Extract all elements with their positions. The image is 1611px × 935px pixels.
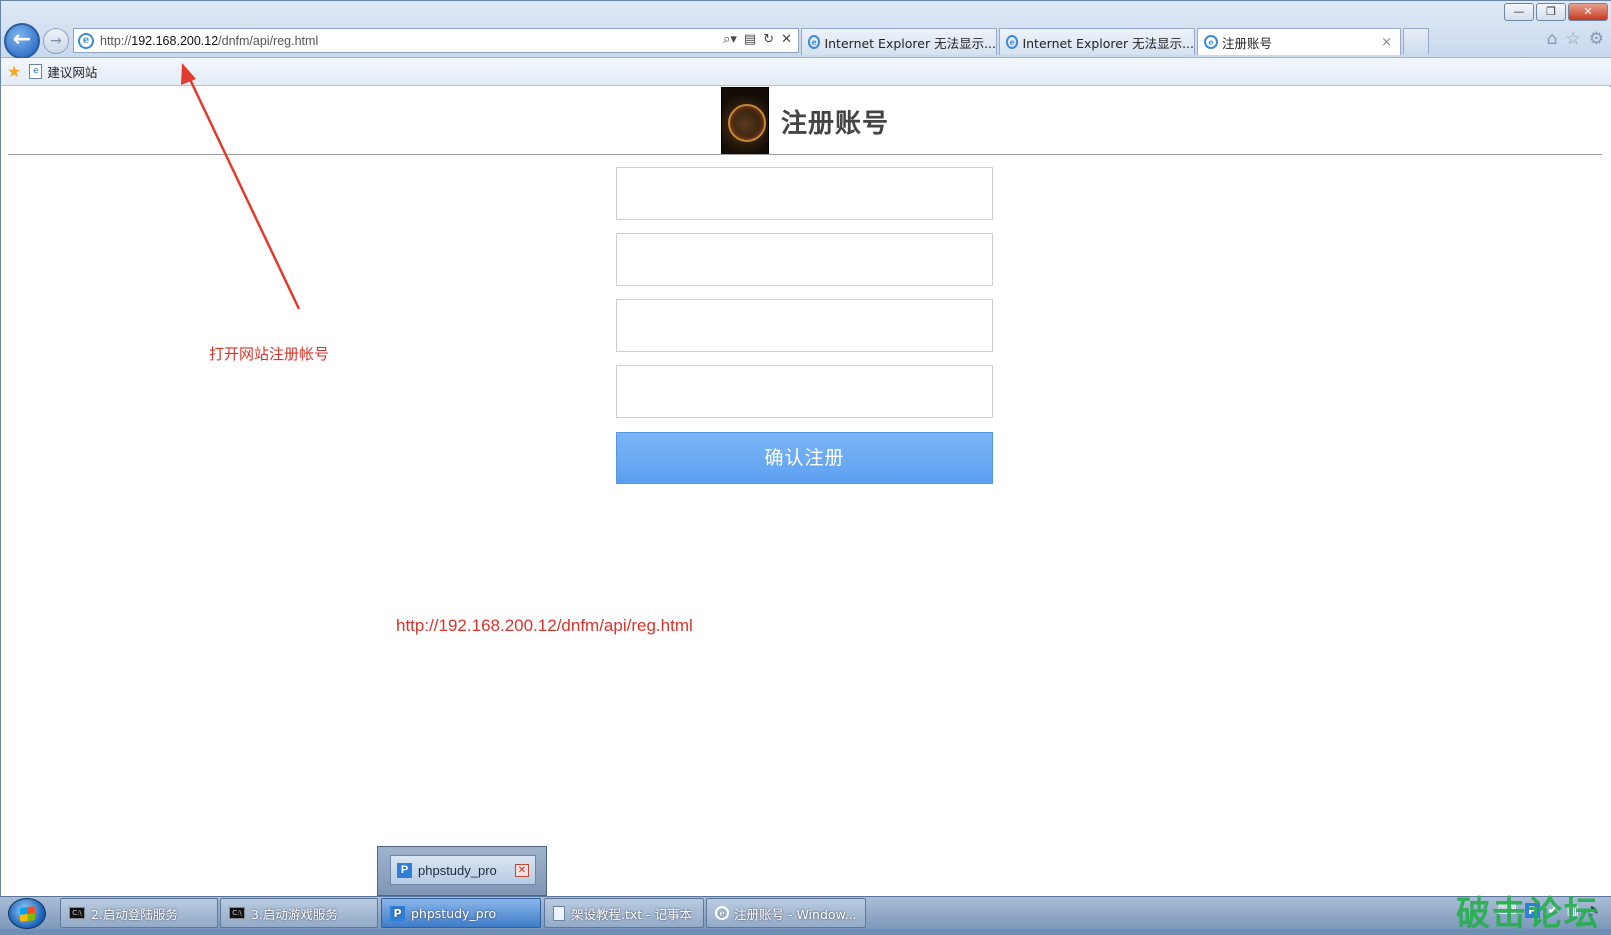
windows-start-icon[interactable] (8, 898, 46, 929)
annotation-arrow (181, 63, 301, 310)
browser-window: — ❐ ✕ ← → e http://192.168.200.12/dnfm/a… (0, 0, 1611, 897)
phpstudy-icon: P (397, 862, 412, 878)
task-label: 架设教程.txt - 记事本 (571, 906, 693, 922)
preview-close-icon[interactable]: ✕ (515, 864, 529, 877)
task-label: 注册账号 - Window... (734, 906, 857, 922)
taskbar-item-notepad[interactable]: 架设教程.txt - 记事本 (544, 898, 704, 928)
preview-window[interactable]: P phpstudy_pro ✕ (390, 855, 536, 885)
task-label: 2.启动登陆服务 (91, 906, 178, 922)
taskbar-item-browser[interactable]: e 注册账号 - Window... (706, 898, 866, 928)
phpstudy-icon: P (390, 905, 405, 921)
taskbar-item-phpstudy[interactable]: P phpstudy_pro (381, 898, 541, 928)
preview-label: phpstudy_pro (418, 862, 497, 878)
notepad-icon (553, 905, 565, 921)
taskbar-item-login-service[interactable]: C:\ 2.启动登陆服务 (60, 898, 218, 928)
cmd-icon: C:\ (229, 907, 245, 919)
taskbar-preview[interactable]: P phpstudy_pro ✕ (377, 846, 547, 896)
taskbar-item-game-service[interactable]: C:\ 3.启动游戏服务 (220, 898, 378, 928)
ie-icon: e (715, 906, 729, 920)
task-label: 3.启动游戏服务 (251, 906, 338, 922)
cmd-icon: C:\ (69, 907, 85, 919)
taskbar: C:\ 2.启动登陆服务 C:\ 3.启动游戏服务 P phpstudy_pro… (0, 896, 1611, 929)
task-label: phpstudy_pro (411, 905, 497, 921)
watermark-text: 破击论坛 (1456, 894, 1600, 934)
